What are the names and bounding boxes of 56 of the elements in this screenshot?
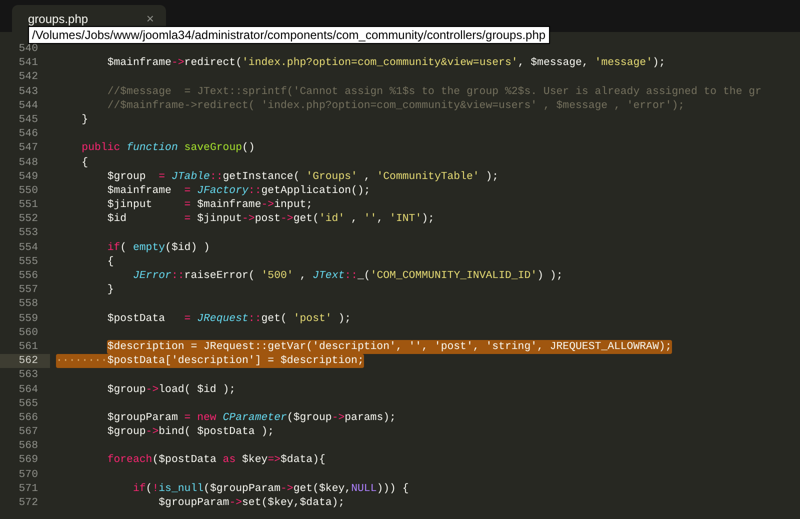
code-line: if( empty($id) ) <box>106 240 210 255</box>
line-number: 548 <box>18 156 39 170</box>
code-line: $group->load( $id ); <box>106 382 236 397</box>
line-number: 562 <box>0 354 50 368</box>
line-number: 565 <box>18 396 39 411</box>
line-number: 570 <box>18 468 39 482</box>
line-number: 560 <box>18 326 39 340</box>
file-path-tooltip: /Volumes/Jobs/www/joomla34/administrator/components/com_community/controllers/groups.php <box>28 26 550 44</box>
line-number: 556 <box>18 269 39 284</box>
line-number: 571 <box>18 482 39 496</box>
code-line: } <box>80 112 88 128</box>
code-line: public function saveGroup() <box>80 141 255 156</box>
code-line: //$message = JText::sprintf('Cannot assign %1$s to the group %2$s. User is already assigned to the gr <box>106 84 762 99</box>
line-number: 554 <box>18 240 39 255</box>
line-number: 540 <box>18 42 39 56</box>
line-number: 550 <box>18 184 39 198</box>
code-line: //$mainframe->redirect( 'index.php?option=com_community&view=users' , $message , 'error'); <box>106 98 685 113</box>
code-line: $postData = JRequest::get( 'post' ); <box>106 312 352 326</box>
line-number: 544 <box>18 98 39 113</box>
line-number: 551 <box>18 198 39 212</box>
code-line: $group->bind( $postData ); <box>106 425 274 440</box>
line-number: 563 <box>18 368 39 382</box>
code-line: $groupParam = new CParameter($group->params); <box>106 410 396 426</box>
close-icon[interactable]: × <box>146 8 154 28</box>
line-number: 572 <box>18 496 39 510</box>
line-number: 564 <box>18 382 39 397</box>
code-line: { <box>106 254 114 269</box>
line-number: 549 <box>18 170 39 184</box>
code-line: $groupParam->set($key,$data); <box>158 496 345 510</box>
code-line: $mainframe = JFactory::getApplication(); <box>106 184 370 198</box>
line-number: 561 <box>18 340 39 354</box>
line-number: 552 <box>18 212 39 226</box>
code-line: JError::raiseError( '500' , JText::_('COM_COMMUNITY_INVALID_ID') ); <box>132 269 563 284</box>
line-number: 555 <box>18 254 39 269</box>
line-number: 566 <box>18 410 39 426</box>
line-number: 545 <box>18 112 39 128</box>
line-number: 557 <box>18 283 39 298</box>
line-number: 543 <box>18 84 39 99</box>
line-number: 558 <box>18 297 39 312</box>
code-line: $group = JTable::getInstance( 'Groups' , 'CommunityTable' ); <box>106 170 499 184</box>
code-line: if(!is_null($groupParam->get($key,NULL))) { <box>132 482 409 496</box>
line-number: 568 <box>18 439 39 454</box>
code-line: foreach($postData as $key=>$data){ <box>106 453 326 468</box>
code-line: $mainframe->redirect('index.php?option=com_community&view=users', $message, 'message'); <box>106 56 666 70</box>
code-line: } <box>106 283 114 298</box>
code-line: { <box>80 156 88 170</box>
line-number: 541 <box>18 56 39 70</box>
code-line: $id = $jinput->post->get('id' , '', 'INT'); <box>106 212 434 226</box>
line-number: 559 <box>18 312 39 326</box>
line-number: 567 <box>18 425 39 440</box>
line-number: 553 <box>18 226 39 241</box>
line-number: 569 <box>18 453 39 468</box>
code-line: $jinput = $mainframe->input; <box>106 198 313 212</box>
line-number: 546 <box>18 127 39 142</box>
line-number: 542 <box>18 70 39 85</box>
line-number: 547 <box>18 141 39 156</box>
